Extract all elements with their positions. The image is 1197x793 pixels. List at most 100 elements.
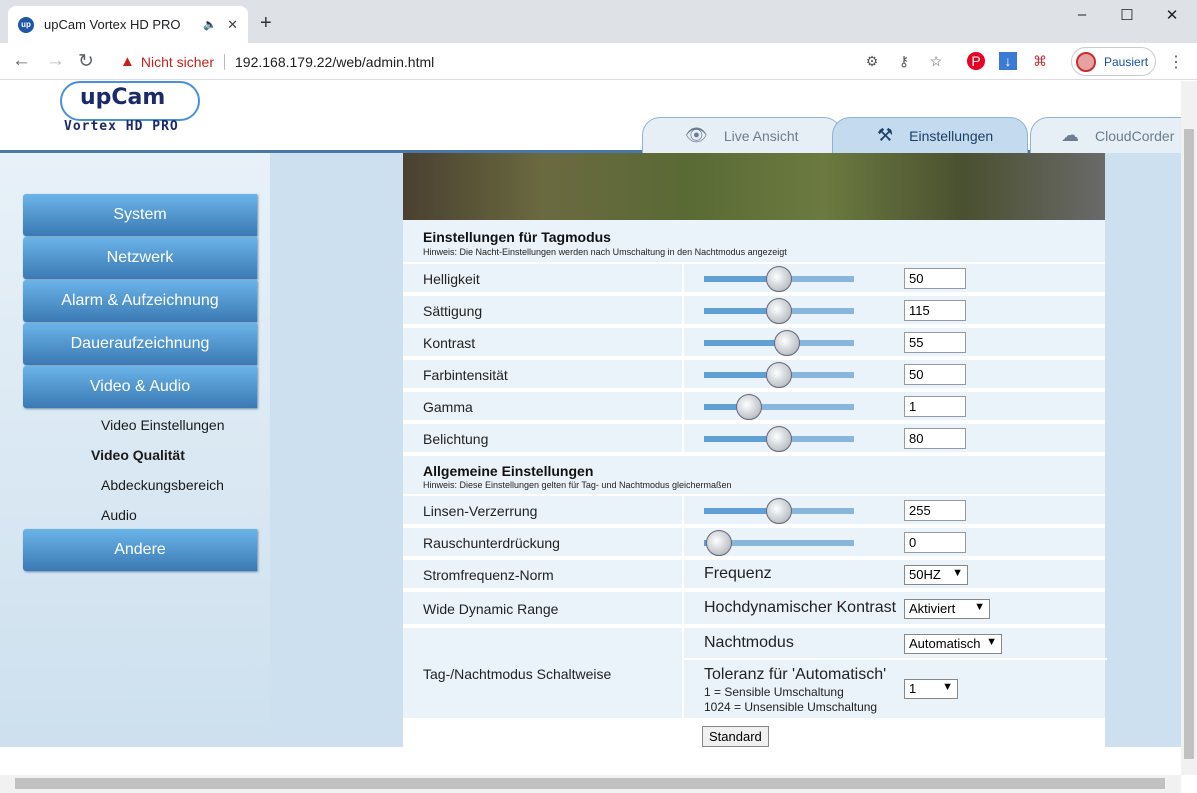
slider-handle[interactable] xyxy=(766,498,792,524)
chevron-down-icon: ▼ xyxy=(942,681,953,693)
row-label: Farbintensität xyxy=(423,367,508,383)
standard-button[interactable]: Standard xyxy=(702,726,769,747)
slider-handle[interactable] xyxy=(766,298,792,324)
setting-row: Rauschunterdrückung 0 xyxy=(403,528,1105,558)
value-input[interactable]: 50 xyxy=(904,268,966,289)
row-label: Rauschunterdrückung xyxy=(423,535,560,551)
slider[interactable] xyxy=(704,266,854,292)
menu-icon[interactable]: ⋮ xyxy=(1168,52,1184,72)
sidebar-subitem-privacy-area[interactable]: Abdeckungsbereich xyxy=(101,477,224,493)
sidebar-item-continuous-recording[interactable]: Daueraufzeichnung xyxy=(23,323,257,365)
slider-handle[interactable] xyxy=(774,330,800,356)
maximize-icon[interactable]: ☐ xyxy=(1115,6,1139,28)
pinterest-icon[interactable]: P xyxy=(967,52,985,70)
minimize-icon[interactable]: – xyxy=(1070,6,1094,28)
slider-handle[interactable] xyxy=(766,362,792,388)
value-input[interactable]: 255 xyxy=(904,500,966,521)
forward-icon[interactable]: → xyxy=(46,50,65,72)
avatar xyxy=(1076,51,1096,72)
logo-subtitle: Vortex HD PRO xyxy=(64,119,179,134)
new-tab-button[interactable]: + xyxy=(260,12,272,35)
close-tab-icon[interactable]: ✕ xyxy=(227,17,238,33)
scroll-thumb[interactable] xyxy=(15,778,1165,789)
sidebar-subitem-video-settings[interactable]: Video Einstellungen xyxy=(101,417,225,433)
value-input[interactable]: 1 xyxy=(904,396,966,417)
slider[interactable] xyxy=(704,330,854,356)
address-bar[interactable]: ▲ Nicht sicher 192.168.179.22/web/admin.… xyxy=(110,47,960,76)
star-icon[interactable]: ☆ xyxy=(927,52,945,70)
page: upCam Vortex HD PRO 👁 Live Ansicht ⚒ Ein… xyxy=(0,81,1181,775)
setting-row: Kontrast 55 xyxy=(403,328,1105,358)
slider-handle[interactable] xyxy=(766,266,792,292)
page-body: System Netzwerk Alarm & Aufzeichnung Dau… xyxy=(0,153,1181,752)
scroll-thumb[interactable] xyxy=(1184,129,1194,759)
tab-label: CloudCorder xyxy=(1095,127,1175,144)
sidebar-item-video-audio[interactable]: Video & Audio xyxy=(23,366,257,408)
night-mode-select[interactable]: Automatisch ▼ xyxy=(904,634,1002,654)
wdr-row: Wide Dynamic Range Hochdynamischer Kontr… xyxy=(403,592,1105,626)
tab-cloudcorder[interactable]: ☁ CloudCorder xyxy=(1030,117,1181,153)
row-label: Sättigung xyxy=(423,303,483,319)
setting-row: Helligkeit 50 xyxy=(403,264,1105,294)
slider-handle[interactable] xyxy=(736,394,762,420)
row-label: Wide Dynamic Range xyxy=(423,601,559,617)
sidebar-item-other[interactable]: Andere xyxy=(23,529,257,571)
vertical-scrollbar[interactable] xyxy=(1181,81,1197,775)
night-mode-label: Nachtmodus xyxy=(704,634,794,651)
setting-row: Linsen-Verzerrung 255 xyxy=(403,496,1105,526)
value-input[interactable]: 55 xyxy=(904,332,966,353)
download-icon[interactable]: ↓ xyxy=(999,52,1017,70)
slider[interactable] xyxy=(704,362,854,388)
setting-row: Farbintensität 50 xyxy=(403,360,1105,390)
slider[interactable] xyxy=(704,498,854,524)
slider[interactable] xyxy=(704,530,854,556)
settings-panel: Einstellungen für Tagmodus Hinweis: Die … xyxy=(403,153,1107,752)
row-label: Gamma xyxy=(423,399,473,415)
browser-tab[interactable]: up upCam Vortex HD PRO 🔈 ✕ xyxy=(8,6,248,43)
sidebar-item-network[interactable]: Netzwerk xyxy=(23,237,257,279)
powerfreq-row: Stromfrequenz-Norm Frequenz 50HZ ▼ xyxy=(403,560,1105,590)
reload-icon[interactable]: ↻ xyxy=(78,50,94,73)
chevron-down-icon: ▼ xyxy=(952,567,963,579)
speaker-icon[interactable]: 🔈 xyxy=(203,18,217,31)
tab-live-view[interactable]: 👁 Live Ansicht xyxy=(642,117,842,153)
value-input[interactable]: 80 xyxy=(904,428,966,449)
tolerance-select[interactable]: 1 ▼ xyxy=(904,679,958,699)
value-input[interactable]: 115 xyxy=(904,300,966,321)
slider-handle[interactable] xyxy=(766,426,792,452)
browser-toolbar: ← → ↻ ▲ Nicht sicher 192.168.179.22/web/… xyxy=(0,43,1197,80)
sidebar-item-system[interactable]: System xyxy=(23,194,257,236)
pdf-icon[interactable]: ⌘ xyxy=(1031,52,1049,70)
slider[interactable] xyxy=(704,394,854,420)
tolerance-label: Toleranz für 'Automatisch' xyxy=(704,666,887,683)
hdr-label: Hochdynamischer Kontrast xyxy=(704,599,897,616)
tab-settings[interactable]: ⚒ Einstellungen xyxy=(832,117,1028,153)
chevron-down-icon: ▼ xyxy=(974,601,985,613)
url-text[interactable]: 192.168.179.22/web/admin.html xyxy=(235,54,434,70)
page-header: upCam Vortex HD PRO 👁 Live Ansicht ⚒ Ein… xyxy=(0,81,1181,153)
extension-icon[interactable]: ⚙ xyxy=(863,52,881,70)
slider-handle[interactable] xyxy=(706,530,732,556)
sidebar-item-alarm[interactable]: Alarm & Aufzeichnung xyxy=(23,280,257,322)
wdr-select[interactable]: Aktiviert ▼ xyxy=(904,599,990,619)
sidebar-subitem-audio[interactable]: Audio xyxy=(101,507,137,523)
setting-row: Belichtung 80 xyxy=(403,424,1105,454)
value-input[interactable]: 0 xyxy=(904,532,966,553)
row-label: Belichtung xyxy=(423,431,489,447)
slider[interactable] xyxy=(704,426,854,452)
security-label: Nicht sicher xyxy=(140,53,214,70)
slider[interactable] xyxy=(704,298,854,324)
key-icon[interactable]: ⚷ xyxy=(895,52,913,70)
value-input[interactable]: 50 xyxy=(904,364,966,385)
default-row: Standard xyxy=(403,722,1105,752)
back-icon[interactable]: ← xyxy=(12,50,31,72)
select-value: Automatisch xyxy=(909,636,981,651)
section-hint: Hinweis: Diese Einstellungen gelten für … xyxy=(423,480,732,490)
frequency-select[interactable]: 50HZ ▼ xyxy=(904,565,968,585)
profile-button[interactable]: Pausiert xyxy=(1071,47,1156,76)
sidebar-subitem-video-quality[interactable]: Video Qualität xyxy=(91,447,185,463)
horizontal-scrollbar[interactable] xyxy=(0,775,1181,793)
close-window-icon[interactable]: ✕ xyxy=(1160,6,1184,28)
select-value: 1 xyxy=(909,681,917,696)
select-value: 50HZ xyxy=(909,567,941,582)
